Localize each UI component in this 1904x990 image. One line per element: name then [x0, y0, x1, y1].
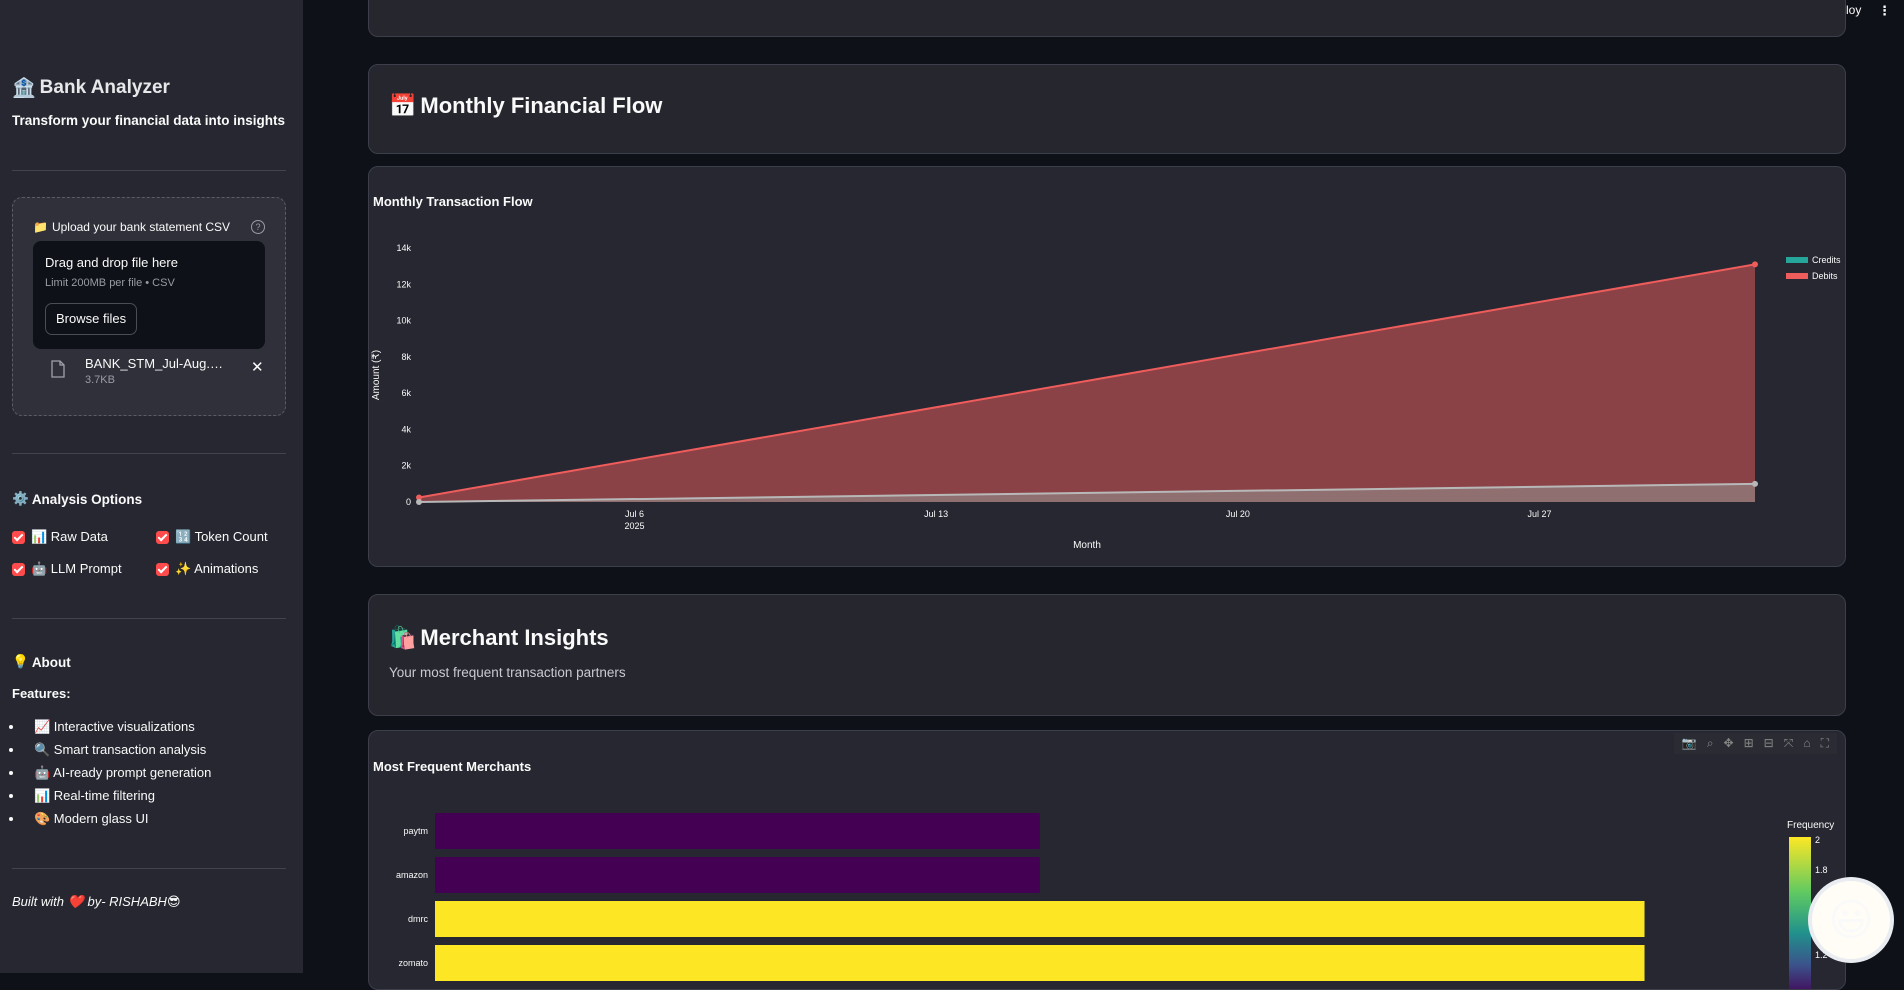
x-axis-label: Month: [1073, 540, 1101, 551]
y-tick-label: 14k: [396, 243, 411, 253]
y-axis-label: Amount (₹): [371, 350, 382, 400]
checkbox-checked-icon[interactable]: [12, 562, 25, 576]
shopping-bag-icon: 🛍️: [389, 625, 417, 650]
checkbox-animations[interactable]: ✨ Animations: [156, 561, 258, 577]
app-subtitle: Transform your financial data into insig…: [12, 113, 286, 128]
gear-icon: ⚙️: [12, 491, 29, 506]
x-tick-label: Jul 13: [924, 509, 948, 519]
uploaded-file: BANK_STM_Jul-Aug.CSV 3.7KB ✕: [51, 356, 264, 400]
y-tick-label: 2k: [401, 461, 411, 471]
heart-icon: ❤️: [67, 894, 84, 909]
x-tick-label: Jul 27: [1528, 509, 1552, 519]
file-uploader: 📁 Upload your bank statement CSV ? Drag …: [12, 197, 286, 416]
list-item: 📈 Interactive visualizations: [24, 715, 211, 738]
section-title: 🛍️ Merchant Insights: [389, 625, 609, 650]
category-label: dmrc: [408, 914, 428, 924]
list-item: 🤖 AI-ready prompt generation: [24, 761, 211, 784]
previous-section-card: [368, 0, 1846, 37]
category-label: zomato: [398, 958, 428, 968]
area-chart[interactable]: 0 2k 4k 6k 8k 10k 12k 14k Jul 6 2025 Jul 13 Jul 20 J…: [369, 167, 1845, 566]
colorbar-tick-label: 1.8: [1815, 865, 1828, 875]
bar-dmrc: [435, 901, 1645, 937]
data-point-credits: [416, 499, 422, 505]
y-tick-label: 4k: [401, 424, 411, 434]
file-name: BANK_STM_Jul-Aug.CSV: [85, 356, 230, 371]
divider: [12, 618, 286, 619]
x-tick-label: Jul 6: [625, 509, 644, 519]
app-title: 🏦 Bank Analyzer: [12, 77, 170, 99]
x-tick-label: Jul 20: [1226, 509, 1250, 519]
merchant-insights-header-card: 🛍️ Merchant Insights Your most frequent …: [368, 594, 1846, 716]
divider: [12, 868, 286, 869]
bar-amazon: [435, 857, 1040, 893]
checkbox-llm-prompt[interactable]: 🤖 LLM Prompt: [12, 561, 122, 577]
merchants-chart-card: 📷 ⌕ ✥ ⊞ ⊟ ⤧ ⌂ ⛶ Most Frequent Merchants …: [368, 730, 1846, 990]
y-tick-label: 10k: [396, 316, 411, 326]
browse-files-button[interactable]: Browse files: [45, 303, 138, 335]
remove-file-icon[interactable]: ✕: [251, 358, 264, 376]
y-tick-label: 0: [406, 497, 411, 507]
drop-zone[interactable]: Drag and drop file here Limit 200MB per …: [33, 241, 265, 349]
divider: [12, 453, 286, 454]
file-size: 3.7KB: [85, 374, 115, 386]
data-point-credits: [1752, 480, 1758, 487]
bank-icon: 🏦: [12, 78, 36, 99]
features-list: 📈 Interactive visualizations 🔍 Smart tra…: [12, 715, 211, 830]
monthly-flow-chart-card: Monthly Transaction Flow 0 2k 4k 6k 8k 10k 12k…: [368, 166, 1846, 567]
checkbox-checked-icon[interactable]: [12, 530, 25, 544]
features-label: Features:: [12, 686, 71, 701]
file-icon: [51, 360, 65, 378]
list-item: 🎨 Modern glass UI: [24, 807, 211, 830]
bar-chart[interactable]: paytm amazon dmrc zomato Frequency 2 1.8 1.2: [369, 731, 1845, 989]
drop-zone-limit: Limit 200MB per file • CSV: [45, 277, 175, 289]
sidebar: 🏦 Bank Analyzer Transform your financial…: [0, 0, 303, 973]
colorbar: [1789, 837, 1811, 989]
drop-zone-title: Drag and drop file here: [45, 255, 178, 270]
main-menu-icon[interactable]: ⋮: [1878, 3, 1891, 19]
colorbar-tick-label: 1.2: [1815, 950, 1828, 960]
checkbox-checked-icon[interactable]: [156, 530, 169, 544]
analysis-options-heading: ⚙️ Analysis Options: [12, 491, 143, 507]
monthly-flow-header-card: 📅 Monthly Financial Flow: [368, 64, 1846, 154]
data-point-debits: [1752, 261, 1758, 268]
checkbox-token-count[interactable]: 🔢 Token Count: [156, 529, 268, 545]
list-item: 🔍 Smart transaction analysis: [24, 738, 211, 761]
category-label: paytm: [403, 826, 428, 836]
footer-credit: Built with ❤️ by- RISHABH😎: [12, 894, 181, 909]
legend-label-credits: Credits: [1812, 255, 1841, 265]
checkbox-checked-icon[interactable]: [156, 562, 169, 576]
folder-icon: 📁: [33, 220, 48, 234]
divider: [12, 170, 286, 171]
about-heading: 💡 About: [12, 654, 71, 670]
smiley-icon: 😃: [1828, 895, 1874, 945]
colorbar-tick-label: 2: [1815, 835, 1820, 845]
y-tick-label: 6k: [401, 388, 411, 398]
y-tick-label: 8k: [401, 352, 411, 362]
x-tick-year-label: 2025: [624, 521, 644, 531]
list-item: 📊 Real-time filtering: [24, 784, 211, 807]
sunglasses-emoji-icon: 😎: [166, 894, 181, 909]
checkbox-raw-data[interactable]: 📊 Raw Data: [12, 529, 108, 545]
bar-paytm: [435, 813, 1040, 849]
section-subtitle: Your most frequent transaction partners: [389, 665, 626, 680]
uploader-label: 📁 Upload your bank statement CSV: [33, 220, 231, 234]
help-icon[interactable]: ?: [251, 220, 265, 234]
category-label: amazon: [396, 870, 428, 880]
calendar-icon: 📅: [389, 93, 417, 118]
lightbulb-icon: 💡: [12, 654, 29, 669]
section-title: 📅 Monthly Financial Flow: [389, 93, 663, 118]
legend-label-debits: Debits: [1812, 271, 1838, 281]
y-tick-label: 12k: [396, 279, 411, 289]
bar-zomato: [435, 945, 1645, 981]
colorbar-title: Frequency: [1787, 820, 1834, 831]
emoji-face-button[interactable]: 😃: [1812, 881, 1890, 959]
